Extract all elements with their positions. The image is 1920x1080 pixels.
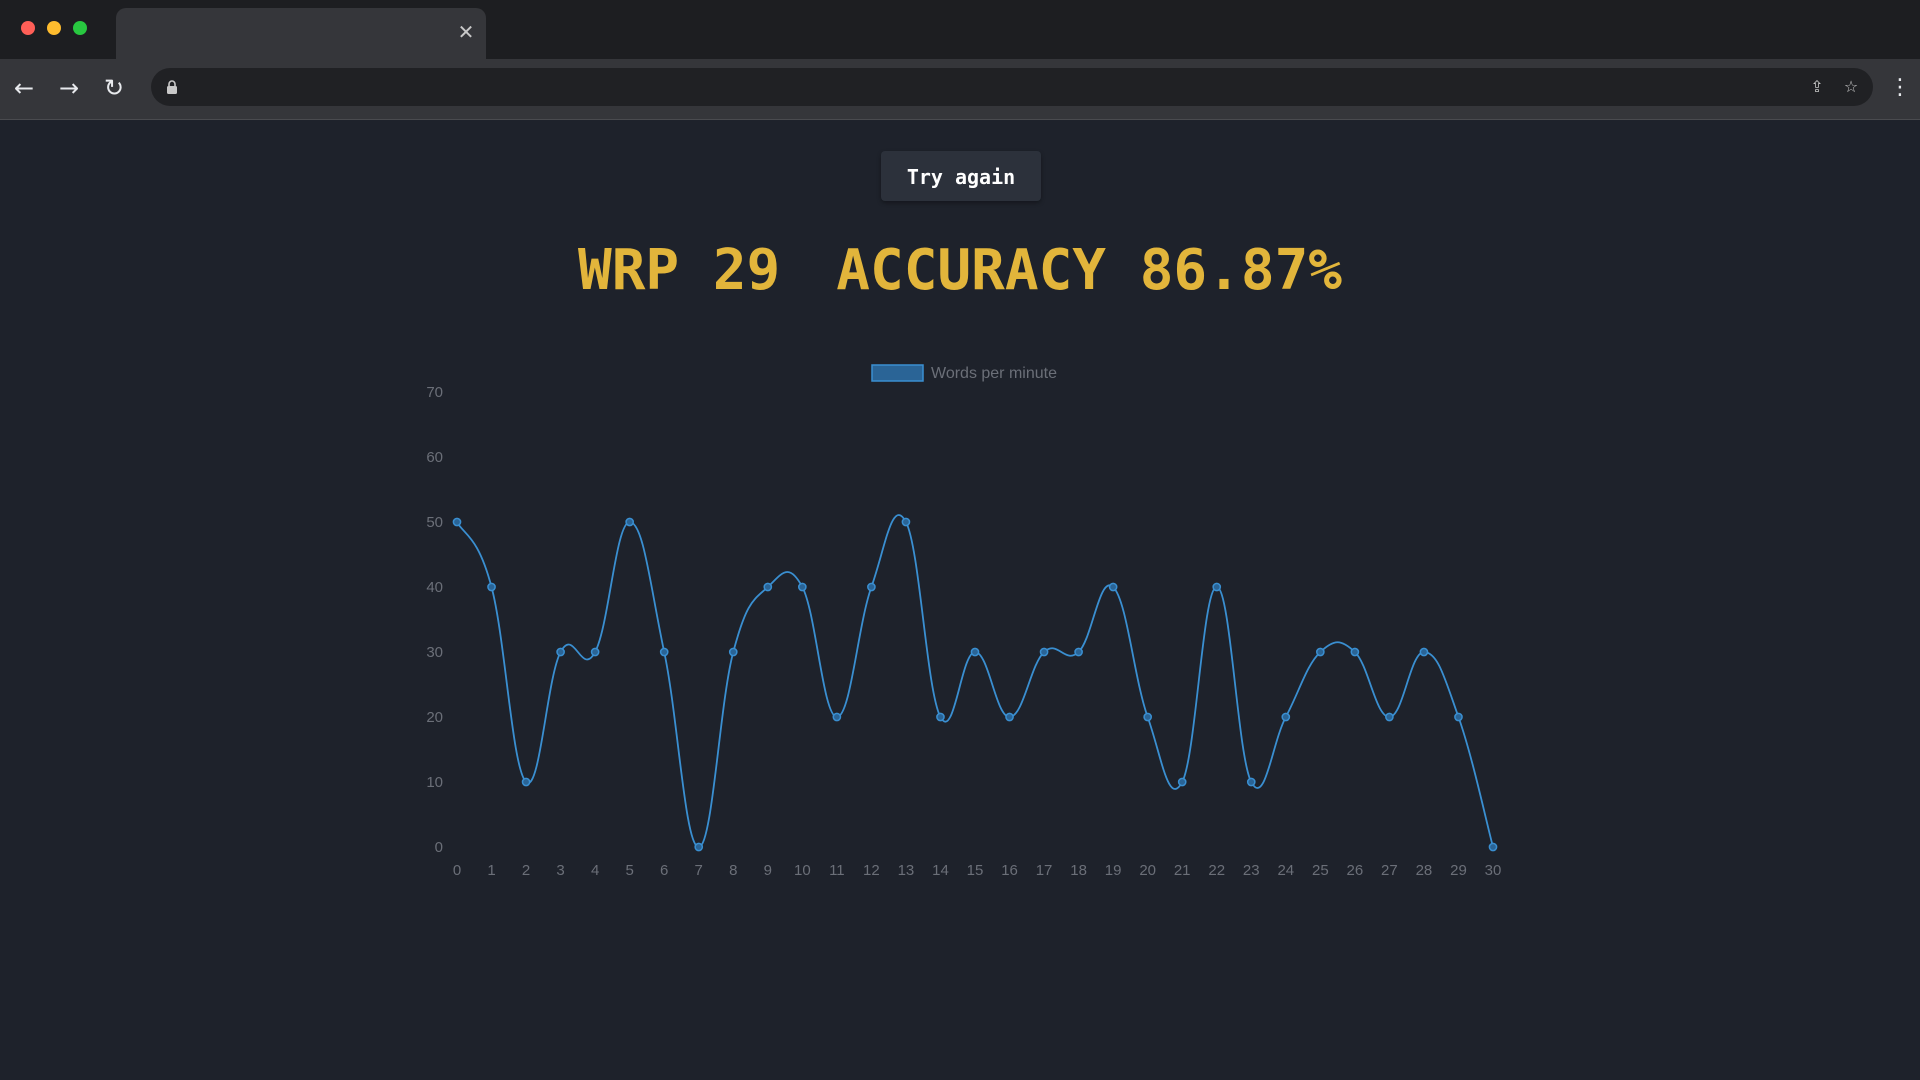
data-point <box>763 582 773 592</box>
data-point <box>694 842 704 852</box>
data-point <box>521 777 531 787</box>
x-tick-label: 6 <box>660 862 668 879</box>
data-point <box>1419 647 1429 657</box>
try-again-button[interactable]: Try again <box>881 151 1041 201</box>
data-point <box>1385 712 1394 722</box>
y-tick-label: 30 <box>426 644 443 661</box>
data-point <box>832 712 842 722</box>
data-point <box>1108 582 1118 592</box>
accuracy-result: ACCURACY 86.87% <box>836 238 1343 303</box>
x-tick-label: 12 <box>863 862 880 879</box>
x-tick-label: 4 <box>591 862 599 879</box>
x-tick-label: 23 <box>1243 862 1260 879</box>
wpm-line-chart: Words per minute0102030405060700 1 2 3 4 5 6 7 8… <box>426 364 1502 879</box>
data-point <box>452 517 462 527</box>
data-point <box>1039 647 1049 657</box>
x-tick-label: 18 <box>1070 862 1087 879</box>
x-tick-label: 25 <box>1312 862 1329 879</box>
wpm-chart: Words per minute 0 10 20 30 40 50 60 70 0 1 2 3 4 5 6 7 8… <box>400 355 1520 895</box>
x-tick-label: 22 <box>1208 862 1225 879</box>
x-tick-label: 5 <box>625 862 633 879</box>
x-tick-label: 2 <box>522 862 530 879</box>
lock-icon <box>167 80 177 94</box>
x-tick-label: 7 <box>695 862 703 879</box>
share-icon[interactable]: ⇪ <box>1807 77 1827 97</box>
x-tick-label: 20 <box>1139 862 1156 879</box>
browser-titlebar: ✕ <box>0 0 1920 59</box>
data-point <box>1212 582 1222 592</box>
x-tick-label: 11 <box>829 862 845 879</box>
results-summary: WRP 29 ACCURACY 86.87% <box>0 236 1920 306</box>
data-point <box>659 647 669 657</box>
y-tick-label: 70 <box>426 384 443 401</box>
data-point <box>901 517 911 527</box>
reload-icon[interactable]: ↻ <box>99 73 129 103</box>
data-point <box>1074 647 1083 657</box>
x-tick-label: 28 <box>1416 862 1433 879</box>
data-point <box>625 517 635 527</box>
x-tick-label: 19 <box>1105 862 1122 879</box>
data-point <box>1281 712 1291 722</box>
data-point <box>1005 712 1014 722</box>
data-point <box>1143 712 1153 722</box>
data-point <box>556 647 565 657</box>
data-point <box>1350 647 1360 657</box>
star-icon[interactable]: ☆ <box>1841 77 1861 97</box>
data-point <box>936 712 945 722</box>
x-tick-label: 30 <box>1485 862 1502 879</box>
x-tick-label: 14 <box>932 862 949 879</box>
data-point <box>1315 647 1325 657</box>
data-point <box>487 582 496 592</box>
back-arrow-icon[interactable]: ← <box>9 73 39 103</box>
x-tick-label: 8 <box>729 862 737 879</box>
data-point <box>590 647 600 657</box>
data-point <box>970 647 980 657</box>
x-tick-label: 10 <box>794 862 811 879</box>
address-bar[interactable]: ⇪ ☆ <box>151 68 1873 106</box>
x-tick-label: 3 <box>556 862 564 879</box>
x-tick-label: 26 <box>1347 862 1364 879</box>
x-tick-label: 16 <box>1001 862 1018 879</box>
x-tick-label: 17 <box>1036 862 1053 879</box>
data-point <box>867 582 876 592</box>
y-tick-label: 50 <box>426 514 443 531</box>
forward-arrow-icon[interactable]: → <box>54 73 84 103</box>
x-tick-label: 27 <box>1381 862 1398 879</box>
wpm-result: WRP 29 <box>577 238 781 303</box>
tab-close-icon[interactable]: ✕ <box>456 22 476 42</box>
browser-toolbar: ← → ↻ ⇪ ☆ ⋮ <box>0 59 1920 120</box>
y-tick-label: 20 <box>426 709 443 726</box>
y-tick-label: 10 <box>426 774 443 791</box>
data-point <box>1177 777 1187 787</box>
legend-swatch <box>871 364 924 382</box>
x-tick-label: 29 <box>1450 862 1467 879</box>
y-tick-label: 60 <box>426 449 443 466</box>
x-tick-label: 0 <box>453 862 461 879</box>
x-tick-label: 13 <box>898 862 915 879</box>
x-tick-label: 1 <box>487 862 495 879</box>
x-tick-label: 9 <box>764 862 772 879</box>
more-vert-icon[interactable]: ⋮ <box>1887 73 1913 103</box>
data-point <box>797 582 807 592</box>
browser-tab[interactable]: ✕ <box>116 8 486 59</box>
x-tick-label: 21 <box>1174 862 1191 879</box>
data-point <box>728 647 738 657</box>
y-tick-label: 40 <box>426 579 443 596</box>
x-tick-label: 15 <box>967 862 984 879</box>
y-tick-label: 0 <box>435 839 443 856</box>
data-point <box>1454 712 1463 722</box>
x-tick-label: 24 <box>1277 862 1294 879</box>
data-point <box>1246 777 1256 787</box>
minimize-window-button[interactable] <box>47 21 61 35</box>
legend-label: Words per minute <box>931 365 1057 382</box>
wpm-series-line <box>456 514 1494 848</box>
close-window-button[interactable] <box>21 21 35 35</box>
maximize-window-button[interactable] <box>73 21 87 35</box>
data-point <box>1488 842 1498 852</box>
